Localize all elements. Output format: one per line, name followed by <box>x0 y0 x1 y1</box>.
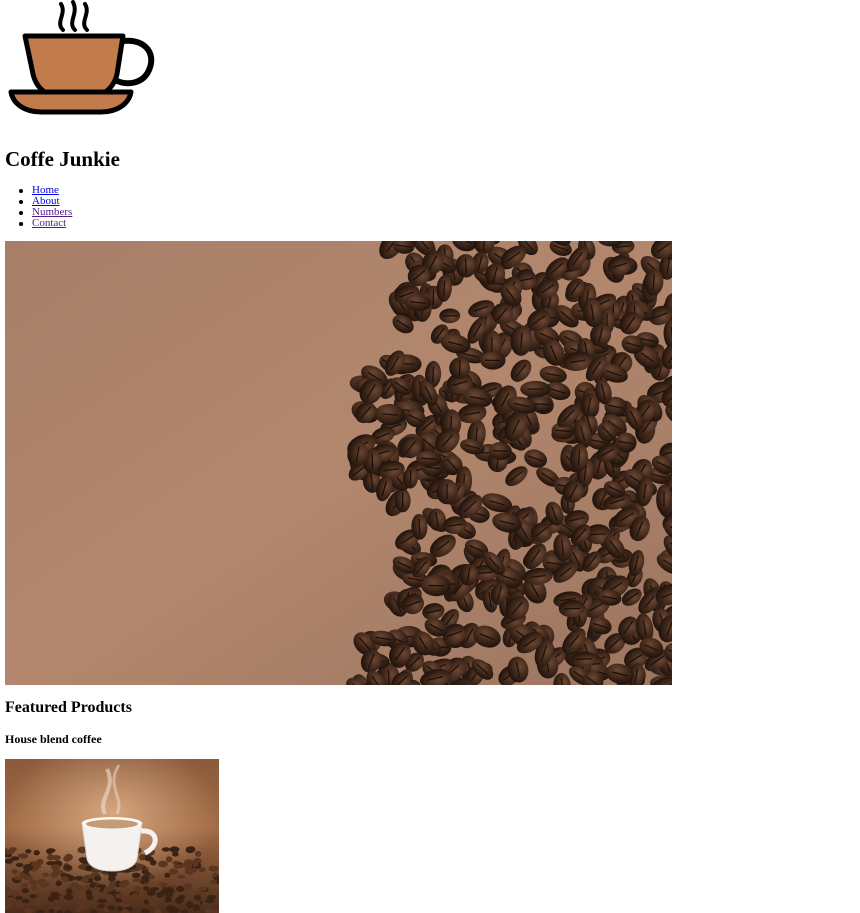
product-image-house-blend <box>5 759 219 913</box>
featured-products-heading: Featured Products <box>5 699 132 716</box>
hero-image <box>5 241 672 685</box>
nav-link-contact[interactable]: Contact <box>32 217 66 229</box>
product-name: House blend coffee <box>5 732 102 746</box>
site-title: Coffe Junkie <box>5 147 120 171</box>
coffee-cup-icon <box>8 0 155 115</box>
main-nav: Home About Numbers Contact <box>18 185 72 229</box>
page: Coffe Junkie Home About Numbers Contact <box>0 0 860 913</box>
nav-item-contact: Contact <box>18 217 72 229</box>
